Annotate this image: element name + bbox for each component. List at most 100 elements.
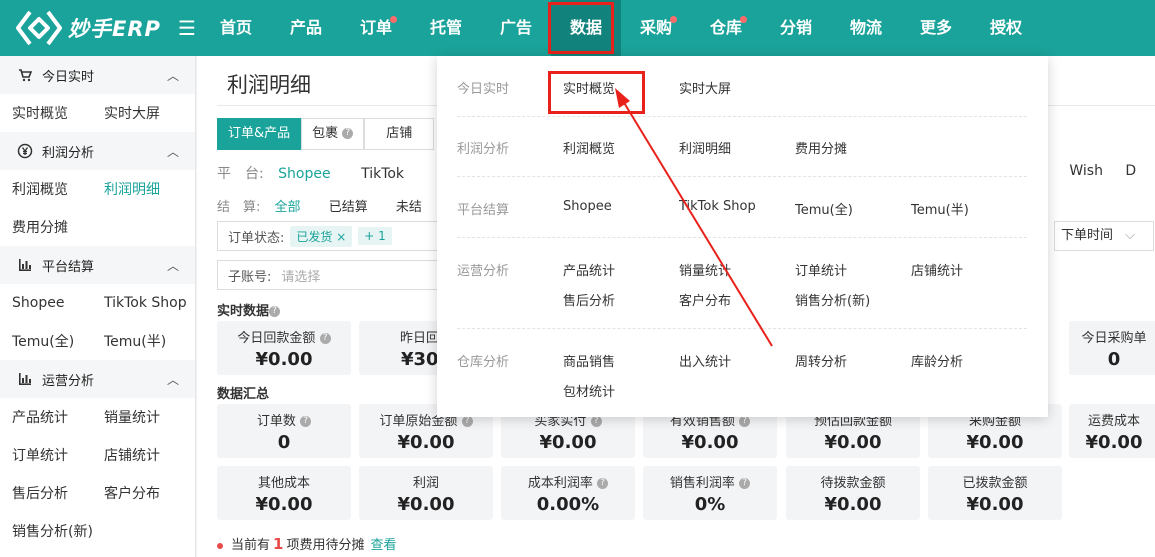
platform-option-wish[interactable]: Wish [1069,163,1103,179]
sidebar-item[interactable]: 销售分析(新) [0,521,93,541]
sidebar-item[interactable]: 销量统计 [92,407,184,427]
nav-item-8[interactable]: 分销 [761,0,831,56]
platform-option-d[interactable]: D [1125,163,1136,179]
sidebar-item[interactable]: 利润明细 [92,179,184,199]
help-icon[interactable]: ? [319,333,331,344]
dropdown-link[interactable]: Shopee [563,199,612,214]
help-icon[interactable]: ? [597,478,609,489]
settle-option-unsettled[interactable]: 未结 [396,200,422,215]
sidebar-item[interactable]: 订单统计 [0,445,92,465]
dropdown-link[interactable]: Temu(半) [911,199,969,218]
stat-card-value: 0 [277,432,291,453]
sidebar-group-header[interactable]: 平台结算 ︿ [0,246,195,284]
sidebar-item[interactable]: Shopee [0,295,92,311]
sidebar-item[interactable]: Temu(半) [92,331,184,351]
sidebar-group-header[interactable]: 运营分析 ︿ [0,360,195,398]
sidebar-item[interactable]: 利润概览 [0,179,92,199]
sidebar-item[interactable]: 实时概览 [0,103,92,123]
nav-item-label: 仓库 [709,18,742,37]
settle-option-all[interactable]: 全部 [275,200,301,215]
chevron-up-icon[interactable]: ︿ [167,257,179,274]
status-chip[interactable]: 已发货 × [290,225,353,247]
sidebar-group-header[interactable]: 利润分析 ︿ [0,132,195,170]
dropdown-link[interactable]: 利润概览 [563,138,615,157]
nav-item-9[interactable]: 物流 [831,0,901,56]
dropdown-link[interactable]: 出入统计 [679,351,731,370]
dropdown-link[interactable]: 销量统计 [679,260,731,279]
close-icon[interactable]: × [336,230,346,244]
bar-chart-icon [16,257,34,273]
dropdown-link[interactable]: 订单统计 [795,260,847,279]
dropdown-link[interactable]: 库龄分析 [911,351,963,370]
platform-option-shopee[interactable]: Shopee [278,166,330,182]
sidebar-item[interactable]: Temu(全) [0,331,92,351]
chevron-up-icon[interactable]: ︿ [167,143,179,160]
help-icon[interactable]: ? [739,478,751,489]
settle-option-settled[interactable]: 已结算 [329,200,368,215]
dropdown-link[interactable]: 实时概览 [563,78,615,97]
dropdown-category-label: 利润分析 [457,142,510,157]
chevron-up-icon[interactable]: ︿ [167,371,179,388]
stat-card-label: 已拨款金额 [962,476,1028,491]
dropdown-link[interactable]: 商品销售 [563,351,615,370]
sidebar-group-header[interactable]: 今日实时 ︿ [0,56,195,94]
sidebar-item[interactable]: 实时大屏 [92,103,184,123]
tab-package[interactable]: 包裹 ? [301,118,365,150]
nav-item-label: 分销 [779,18,812,37]
dropdown-link[interactable]: 实时大屏 [679,78,731,97]
help-icon[interactable]: ? [269,306,281,317]
nav-item-7[interactable]: 仓库 [691,0,761,56]
stat-card-value: ¥0.00 [255,349,313,370]
nav-item-6[interactable]: 采购 [621,0,691,56]
dropdown-link[interactable]: 费用分摊 [795,138,847,157]
help-icon[interactable]: ? [739,416,751,427]
dropdown-link[interactable]: 周转分析 [795,351,847,370]
help-icon[interactable]: ? [590,416,602,427]
sidebar-group-title: 运营分析 [42,373,95,389]
menu-toggle-icon[interactable]: ☰ [175,16,199,40]
nav-item-4[interactable]: 广告 [481,0,551,56]
dropdown-link[interactable]: 包材统计 [563,381,615,400]
tab-order-product[interactable]: 订单&产品 [217,118,302,150]
dropdown-link[interactable]: 销售分析(新) [795,290,870,309]
sidebar-item[interactable]: 售后分析 [0,483,92,503]
nav-item-2[interactable]: 订单 [341,0,411,56]
help-icon[interactable]: ? [461,416,473,427]
sidebar-item[interactable]: TikTok Shop [92,295,187,311]
sidebar-item[interactable]: 费用分摊 [0,217,92,237]
nav-item-label: 授权 [989,18,1022,37]
dropdown-link[interactable]: 产品统计 [563,260,615,279]
dropdown-section: 仓库分析 商品销售 出入统计 周转分析 库龄分析 包材统计 [457,349,1027,405]
sidebar-item[interactable]: 产品统计 [0,407,92,427]
order-status-select[interactable]: 订单状态: 已发货 × + 1 [217,221,447,251]
chevron-up-icon[interactable]: ︿ [167,67,179,84]
nav-item-5[interactable]: 数据 [551,0,621,56]
platform-option-tiktok[interactable]: TikTok [361,166,404,182]
status-more-chip[interactable]: + 1 [358,227,392,245]
nav-item-label: 物流 [849,18,882,37]
sidebar-item[interactable]: 客户分布 [92,483,184,503]
nav-item-3[interactable]: 托管 [411,0,481,56]
notice-view-link[interactable]: 查看 [370,538,396,553]
dropdown-link[interactable]: 店铺统计 [911,260,963,279]
summary-section-title: 数据汇总 [217,387,270,402]
nav-item-1[interactable]: 产品 [271,0,341,56]
stat-card-label: 今日采购单 [1081,331,1147,346]
subaccount-select[interactable]: 子账号: 请选择 [217,260,447,290]
dropdown-link[interactable]: 利润明细 [679,138,731,157]
dropdown-link[interactable]: 售后分析 [563,290,615,309]
dropdown-link[interactable]: TikTok Shop [679,199,756,214]
nav-item-label: 订单 [359,18,392,37]
help-icon[interactable]: ? [300,416,312,427]
nav-item-10[interactable]: 更多 [901,0,971,56]
stat-card-value: ¥0.00 [681,432,739,453]
dropdown-link[interactable]: 客户分布 [679,290,731,309]
dropdown-link[interactable]: Temu(全) [795,199,853,218]
tab-store[interactable]: 店铺 [364,118,435,150]
nav-item-11[interactable]: 授权 [971,0,1041,56]
nav-item-0[interactable]: 首页 [201,0,271,56]
sidebar-item[interactable]: 店铺统计 [92,445,184,465]
stat-card: 今日采购单 0 [1069,321,1155,375]
help-icon[interactable]: ? [342,128,354,139]
order-time-select[interactable]: 下单时间 ⌵ [1054,221,1154,251]
